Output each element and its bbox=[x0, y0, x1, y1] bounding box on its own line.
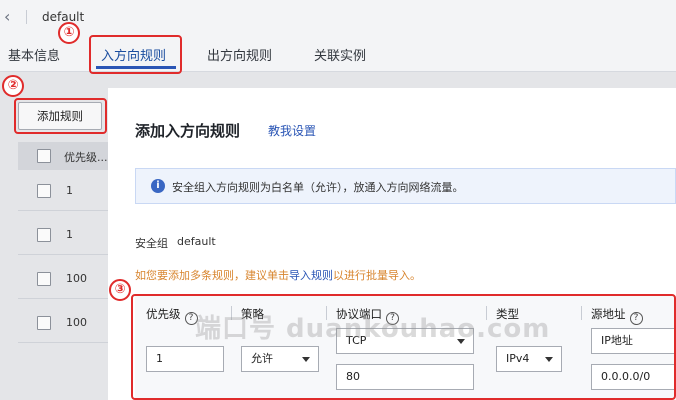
table-cell-priority: 1 bbox=[66, 228, 73, 241]
tab-associated-instances[interactable]: 关联实例 bbox=[314, 45, 366, 64]
annotation-box-add-rule bbox=[14, 98, 107, 134]
row-checkbox[interactable] bbox=[37, 316, 51, 330]
annotation-marker-2: ② bbox=[2, 75, 24, 97]
security-group-value: default bbox=[177, 235, 216, 248]
dialog-title: 添加入方向规则 bbox=[135, 122, 241, 140]
hint-suffix: 以进行批量导入。 bbox=[333, 269, 421, 282]
info-banner: i 安全组入方向规则为白名单（允许），放通入方向网络流量。 bbox=[135, 168, 676, 204]
column-header-priority: 优先级... bbox=[64, 151, 108, 164]
tab-basic-info[interactable]: 基本信息 bbox=[8, 45, 60, 64]
row-divider bbox=[18, 342, 108, 343]
import-rules-link[interactable]: 导入规则 bbox=[289, 269, 333, 282]
info-text: 安全组入方向规则为白名单（允许），放通入方向网络流量。 bbox=[172, 181, 464, 194]
divider bbox=[26, 10, 27, 24]
row-divider bbox=[18, 210, 108, 211]
annotation-box-inbound-tab bbox=[89, 35, 182, 74]
batch-import-hint: 如您要添加多条规则，建议单击导入规则以进行批量导入。 bbox=[135, 267, 421, 283]
row-checkbox[interactable] bbox=[37, 228, 51, 242]
row-divider bbox=[18, 254, 108, 255]
row-divider bbox=[18, 298, 108, 299]
table-cell-priority: 100 bbox=[66, 316, 87, 329]
annotation-box-rule-form bbox=[131, 294, 676, 400]
chevron-left-icon[interactable]: ‹ bbox=[4, 8, 18, 26]
page-title: default bbox=[42, 10, 85, 24]
help-link[interactable]: 教我设置 bbox=[268, 122, 316, 139]
hint-prefix: 如您要添加多条规则，建议单击 bbox=[135, 269, 289, 282]
annotation-marker-3: ③ bbox=[109, 279, 131, 301]
security-group-label: 安全组 bbox=[135, 237, 168, 250]
table-cell-priority: 100 bbox=[66, 272, 87, 285]
top-bar: ‹ default bbox=[0, 0, 676, 36]
row-checkbox[interactable] bbox=[37, 184, 51, 198]
row-checkbox[interactable] bbox=[37, 272, 51, 286]
select-all-checkbox[interactable] bbox=[37, 149, 51, 163]
info-icon: i bbox=[151, 179, 165, 193]
tab-outbound-rules[interactable]: 出方向规则 bbox=[207, 45, 272, 64]
annotation-marker-1: ① bbox=[58, 22, 80, 44]
table-cell-priority: 1 bbox=[66, 184, 73, 197]
